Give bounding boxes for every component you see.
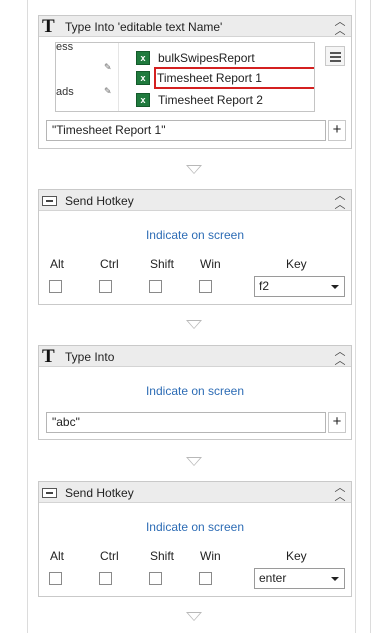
type-into-icon: T xyxy=(42,346,55,367)
preview-left-text: ads xyxy=(56,86,74,98)
shift-label: Shift xyxy=(150,257,175,271)
shift-label: Shift xyxy=(150,549,175,563)
activity-header[interactable]: T Type Into 'editable text Name' ︿ ︿ xyxy=(39,16,351,37)
excel-file-icon: x xyxy=(136,71,150,85)
win-label: Win xyxy=(200,549,221,563)
activity-type-into[interactable]: T Type Into ︿ ︿ Indicate on screen "abc" … xyxy=(38,345,352,440)
keyboard-icon xyxy=(42,196,57,206)
activity-send-hotkey[interactable]: Send Hotkey ︿ ︿ Indicate on screen Alt Ct… xyxy=(38,481,352,597)
activity-header[interactable]: Send Hotkey ︿ ︿ xyxy=(39,190,351,211)
activity-send-hotkey[interactable]: Send Hotkey ︿ ︿ Indicate on screen Alt Ct… xyxy=(38,189,352,305)
key-dropdown-value: f2 xyxy=(259,279,270,293)
chevron-down-icon xyxy=(331,577,339,581)
excel-file-icon: x xyxy=(136,93,150,107)
preview-left-text: ess xyxy=(56,42,74,53)
indicate-on-screen-link[interactable]: Indicate on screen xyxy=(39,228,351,242)
key-label: Key xyxy=(286,257,307,271)
canvas-rail-left xyxy=(27,0,28,633)
key-dropdown-value: enter xyxy=(259,571,287,585)
text-input[interactable]: "Timesheet Report 1" xyxy=(46,120,326,141)
element-screenshot-preview: ess ads ✎ ✎ x bulkSwipesReport x Timeshe… xyxy=(55,42,315,112)
preview-row-label: bulkSwipesReport xyxy=(158,51,255,65)
activity-header[interactable]: Send Hotkey ︿ ︿ xyxy=(39,482,351,503)
pin-icon: ✎ xyxy=(104,86,112,96)
text-input[interactable]: "abc" xyxy=(46,412,326,433)
chevron-down-icon xyxy=(331,285,339,289)
ctrl-checkbox[interactable] xyxy=(99,280,112,293)
plus-button[interactable]: + xyxy=(328,120,346,141)
ctrl-label: Ctrl xyxy=(100,257,119,271)
excel-file-icon: x xyxy=(136,51,150,65)
selected-element-highlight: Timesheet Report 1 xyxy=(154,67,314,89)
preview-row-label: Timesheet Report 1 xyxy=(157,71,262,85)
preview-divider xyxy=(118,43,119,111)
flow-connector-arrow xyxy=(186,612,202,621)
canvas-rail-right xyxy=(355,0,356,633)
preview-row: x Timesheet Report 2 xyxy=(136,91,314,109)
flow-connector-arrow xyxy=(186,457,202,466)
collapse-icon[interactable]: ︿ ︿ xyxy=(332,346,348,366)
activity-title: Type Into xyxy=(65,350,115,364)
preview-row: x bulkSwipesReport xyxy=(136,49,314,67)
activity-type-into-name[interactable]: T Type Into 'editable text Name' ︿ ︿ ess … xyxy=(38,15,352,149)
shift-checkbox[interactable] xyxy=(149,572,162,585)
alt-checkbox[interactable] xyxy=(49,280,62,293)
plus-button[interactable]: + xyxy=(328,412,346,433)
collapse-icon[interactable]: ︿ ︿ xyxy=(332,190,348,210)
activity-title: Send Hotkey xyxy=(65,486,134,500)
canvas-rail-right-outer xyxy=(370,0,371,633)
alt-label: Alt xyxy=(50,549,65,563)
activity-title: Send Hotkey xyxy=(65,194,134,208)
preview-row-label: Timesheet Report 2 xyxy=(158,93,263,107)
flow-connector-arrow xyxy=(186,165,202,174)
activity-header[interactable]: T Type Into ︿ ︿ xyxy=(39,346,351,367)
collapse-icon[interactable]: ︿ ︿ xyxy=(332,482,348,502)
win-checkbox[interactable] xyxy=(199,572,212,585)
alt-label: Alt xyxy=(50,257,65,271)
flow-connector-arrow xyxy=(186,320,202,329)
indicate-on-screen-link[interactable]: Indicate on screen xyxy=(39,520,351,534)
pin-icon: ✎ xyxy=(104,62,112,72)
shift-checkbox[interactable] xyxy=(149,280,162,293)
activity-title: Type Into 'editable text Name' xyxy=(65,20,223,34)
target-menu-button[interactable] xyxy=(325,46,345,66)
collapse-icon[interactable]: ︿ ︿ xyxy=(332,16,348,36)
alt-checkbox[interactable] xyxy=(49,572,62,585)
ctrl-checkbox[interactable] xyxy=(99,572,112,585)
indicate-on-screen-link[interactable]: Indicate on screen xyxy=(39,384,351,398)
key-dropdown[interactable]: enter xyxy=(254,568,345,589)
win-label: Win xyxy=(200,257,221,271)
key-dropdown[interactable]: f2 xyxy=(254,276,345,297)
key-label: Key xyxy=(286,549,307,563)
ctrl-label: Ctrl xyxy=(100,549,119,563)
type-into-icon: T xyxy=(42,16,55,37)
win-checkbox[interactable] xyxy=(199,280,212,293)
keyboard-icon xyxy=(42,488,57,498)
